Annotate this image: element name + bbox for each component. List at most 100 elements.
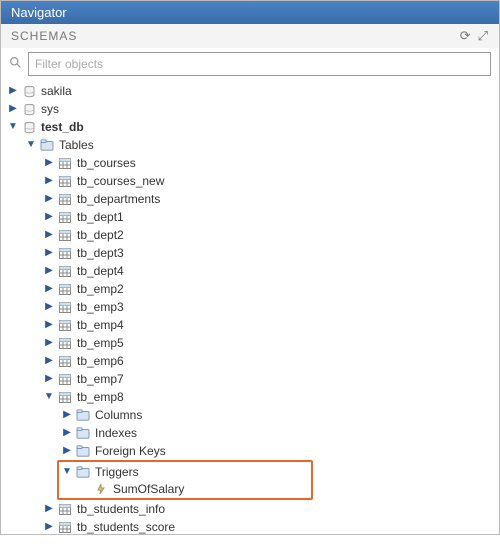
- schema-tree: sakila sys test_db Tables tb_courses tb_…: [1, 80, 499, 544]
- tree-label: Indexes: [93, 426, 137, 440]
- chevron-right-icon[interactable]: [43, 338, 55, 348]
- table-node[interactable]: tb_dept3: [7, 244, 493, 262]
- chevron-right-icon[interactable]: [43, 504, 55, 514]
- table-node[interactable]: tb_emp4: [7, 316, 493, 334]
- tree-label: test_db: [39, 120, 84, 134]
- indexes-folder[interactable]: Indexes: [7, 424, 493, 442]
- tree-label: tb_dept1: [75, 210, 124, 224]
- chevron-right-icon[interactable]: [7, 104, 19, 114]
- tree-label: tb_dept2: [75, 228, 124, 242]
- table-node[interactable]: tb_emp7: [7, 370, 493, 388]
- chevron-right-icon[interactable]: [43, 230, 55, 240]
- table-node[interactable]: tb_courses_new: [7, 172, 493, 190]
- table-node[interactable]: tb_emp3: [7, 298, 493, 316]
- table-icon: [57, 174, 73, 188]
- table-icon: [57, 228, 73, 242]
- tree-label: Tables: [57, 138, 94, 152]
- panel-title-text: Navigator: [11, 5, 67, 20]
- trigger-node[interactable]: SumOfSalary: [61, 480, 309, 497]
- folder-icon: [75, 426, 91, 440]
- tables-folder[interactable]: Tables: [7, 136, 493, 154]
- chevron-down-icon[interactable]: [43, 392, 55, 402]
- tree-label: tb_students_score: [75, 520, 175, 534]
- chevron-right-icon[interactable]: [43, 356, 55, 366]
- chevron-right-icon[interactable]: [43, 248, 55, 258]
- tree-label: Columns: [93, 408, 142, 422]
- tree-label: tb_emp2: [75, 282, 124, 296]
- schema-node-sakila[interactable]: sakila: [7, 82, 493, 100]
- tree-label: tb_dept3: [75, 246, 124, 260]
- chevron-right-icon[interactable]: [43, 194, 55, 204]
- table-node[interactable]: tb_emp2: [7, 280, 493, 298]
- search-icon: [9, 56, 22, 72]
- tree-label: tb_emp8: [75, 390, 124, 404]
- database-icon: [21, 120, 37, 134]
- panel-title: Navigator: [1, 1, 499, 24]
- table-icon: [57, 520, 73, 534]
- folder-icon: [75, 408, 91, 422]
- table-node-expanded[interactable]: tb_emp8: [7, 388, 493, 406]
- table-icon: [57, 354, 73, 368]
- tree-label: tb_students_info: [75, 502, 165, 516]
- table-icon: [57, 502, 73, 516]
- chevron-down-icon[interactable]: [25, 140, 37, 150]
- tree-label: tb_emp4: [75, 318, 124, 332]
- chevron-right-icon[interactable]: [43, 266, 55, 276]
- schemas-header: SCHEMAS ⟳ ⤢: [1, 24, 499, 48]
- table-icon: [57, 210, 73, 224]
- table-node[interactable]: tb_dept4: [7, 262, 493, 280]
- table-icon: [57, 156, 73, 170]
- refresh-icon[interactable]: ⟳: [460, 28, 472, 44]
- table-icon: [57, 192, 73, 206]
- chevron-right-icon[interactable]: [43, 320, 55, 330]
- table-node[interactable]: tb_departments: [7, 190, 493, 208]
- tree-label: Foreign Keys: [93, 444, 166, 458]
- tree-label: sys: [39, 102, 59, 116]
- folder-tables-icon: [39, 138, 55, 152]
- tree-label: tb_courses: [75, 156, 136, 170]
- tree-label: tb_emp7: [75, 372, 124, 386]
- chevron-down-icon[interactable]: [61, 467, 73, 477]
- foreign-keys-folder[interactable]: Foreign Keys: [7, 442, 493, 460]
- chevron-right-icon[interactable]: [7, 86, 19, 96]
- tree-label: tb_dept4: [75, 264, 124, 278]
- table-node[interactable]: tb_dept2: [7, 226, 493, 244]
- expand-icon[interactable]: ⤢: [478, 28, 489, 44]
- table-icon: [57, 390, 73, 404]
- chevron-right-icon[interactable]: [43, 522, 55, 532]
- tree-label: SumOfSalary: [111, 482, 184, 496]
- chevron-right-icon[interactable]: [61, 410, 73, 420]
- tree-label: tb_emp3: [75, 300, 124, 314]
- chevron-down-icon[interactable]: [7, 122, 19, 132]
- chevron-right-icon[interactable]: [61, 446, 73, 456]
- triggers-folder[interactable]: Triggers: [61, 463, 309, 480]
- chevron-right-icon[interactable]: [43, 284, 55, 294]
- chevron-right-icon[interactable]: [43, 302, 55, 312]
- columns-folder[interactable]: Columns: [7, 406, 493, 424]
- table-icon: [57, 300, 73, 314]
- schema-node-testdb[interactable]: test_db: [7, 118, 493, 136]
- schema-node-sys[interactable]: sys: [7, 100, 493, 118]
- tree-label: Triggers: [93, 465, 139, 479]
- chevron-right-icon[interactable]: [43, 374, 55, 384]
- table-node[interactable]: tb_students_info: [7, 500, 493, 518]
- table-node[interactable]: tb_dept1: [7, 208, 493, 226]
- tree-label: tb_courses_new: [75, 174, 164, 188]
- table-node[interactable]: tb_emp5: [7, 334, 493, 352]
- database-icon: [21, 102, 37, 116]
- table-node[interactable]: tb_emp6: [7, 352, 493, 370]
- tree-label: tb_emp5: [75, 336, 124, 350]
- table-node[interactable]: tb_students_score: [7, 518, 493, 536]
- tree-label: sakila: [39, 84, 72, 98]
- table-icon: [57, 318, 73, 332]
- chevron-right-icon[interactable]: [61, 428, 73, 438]
- schemas-label: SCHEMAS: [11, 29, 77, 43]
- search-row: [1, 48, 499, 80]
- table-icon: [57, 264, 73, 278]
- chevron-right-icon[interactable]: [43, 212, 55, 222]
- table-node[interactable]: tb_courses: [7, 154, 493, 172]
- search-input[interactable]: [28, 52, 491, 76]
- database-icon: [21, 84, 37, 98]
- chevron-right-icon[interactable]: [43, 176, 55, 186]
- chevron-right-icon[interactable]: [43, 158, 55, 168]
